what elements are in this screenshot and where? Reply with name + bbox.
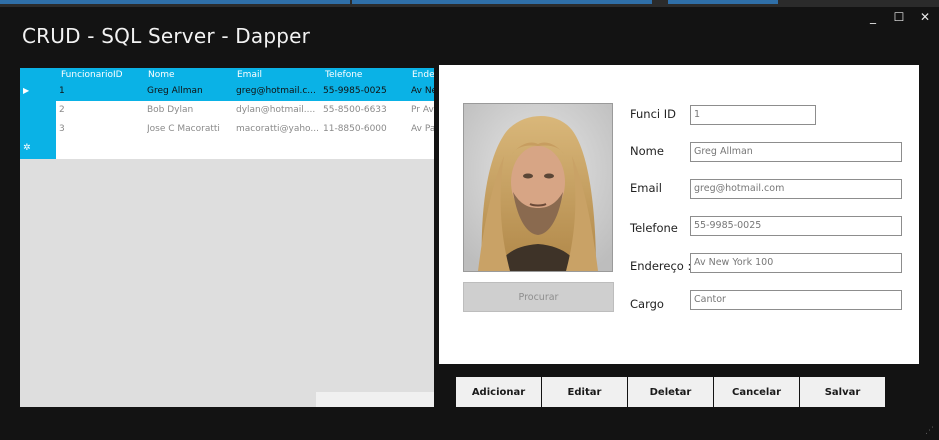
column-header-email[interactable]: Email [237, 68, 262, 82]
employees-grid[interactable]: FuncionarioID Nome Email Telefone Endere… [20, 68, 434, 407]
cell-nome: Bob Dylan [147, 105, 194, 115]
cell-nome: Jose C Macoratti [147, 124, 220, 134]
column-header-funcionarioid[interactable]: FuncionarioID [61, 68, 123, 82]
procurar-button[interactable]: Procurar [463, 282, 614, 312]
cell-telefone: 55-9985-0025 [323, 86, 387, 96]
grid-header: FuncionarioID Nome Email Telefone Endere… [20, 68, 434, 82]
telefone-field[interactable]: 55-9985-0025 [690, 216, 902, 236]
details-panel: Procurar Funci ID 1 Nome Greg Allman Ema… [439, 65, 919, 364]
taskbar-strip [0, 0, 939, 7]
cancelar-button[interactable]: Cancelar [714, 377, 799, 407]
taskbar-segment [668, 0, 778, 4]
cell-email: macoratti@yaho... [236, 124, 319, 134]
cell-telefone: 55-8500-6633 [323, 105, 387, 115]
funci-id-field[interactable]: 1 [690, 105, 816, 125]
editar-button[interactable]: Editar [542, 377, 627, 407]
field-label-endereco: Endereço : [630, 259, 692, 273]
field-label-cargo: Cargo [630, 297, 664, 311]
field-label-telefone: Telefone [630, 221, 678, 235]
column-header-nome[interactable]: Nome [148, 68, 175, 82]
field-label-email: Email [630, 181, 662, 195]
taskbar-segment [352, 0, 652, 4]
table-row[interactable]: 3 Jose C Macoratti macoratti@yaho... 11-… [56, 120, 434, 139]
email-field[interactable]: greg@hotmail.com [690, 179, 902, 199]
table-row[interactable]: 2 Bob Dylan dylan@hotmail.... 55-8500-66… [56, 101, 434, 120]
minimize-icon[interactable]: _ [867, 10, 879, 24]
column-header-telefone[interactable]: Telefone [325, 68, 362, 82]
employee-photo [463, 103, 613, 272]
window-title: CRUD - SQL Server - Dapper [22, 24, 311, 48]
maximize-icon[interactable]: ☐ [893, 10, 905, 24]
cell-email: greg@hotmail.c... [236, 86, 316, 96]
portrait-image [464, 104, 612, 271]
cell-endereco: Av New York 100 [411, 86, 434, 96]
cell-id: 3 [59, 124, 65, 134]
cell-email: dylan@hotmail.... [236, 105, 316, 115]
cell-id: 2 [59, 105, 65, 115]
cell-id: 1 [59, 86, 65, 96]
window-controls: _ ☐ ✕ [867, 10, 931, 24]
horizontal-scrollbar[interactable] [316, 392, 434, 407]
cell-nome: Greg Allman [147, 86, 203, 96]
adicionar-button[interactable]: Adicionar [456, 377, 541, 407]
close-icon[interactable]: ✕ [919, 10, 931, 24]
cell-endereco: Pr Avenida [411, 105, 434, 115]
field-label-nome: Nome [630, 144, 664, 158]
cell-telefone: 11-8850-6000 [323, 124, 387, 134]
cell-endereco: Av Paulista [411, 124, 434, 134]
taskbar-segment [0, 0, 350, 4]
nome-field[interactable]: Greg Allman [690, 142, 902, 162]
row-header-column: ▶ ✲ [20, 82, 56, 159]
cargo-field[interactable]: Cantor [690, 290, 902, 310]
selected-row-indicator-icon: ▶ [23, 86, 30, 95]
salvar-button[interactable]: Salvar [800, 377, 885, 407]
new-row-indicator-icon: ✲ [23, 143, 31, 153]
field-label-funci-id: Funci ID [630, 107, 676, 121]
column-header-endereco[interactable]: Endereço [412, 68, 434, 82]
table-row[interactable]: 1 Greg Allman greg@hotmail.c... 55-9985-… [56, 82, 434, 101]
endereco-field[interactable]: Av New York 100 [690, 253, 902, 273]
resize-grip-icon[interactable]: ⋰ [925, 426, 934, 436]
action-toolbar: Adicionar Editar Deletar Cancelar Salvar [456, 377, 885, 407]
deletar-button[interactable]: Deletar [628, 377, 713, 407]
